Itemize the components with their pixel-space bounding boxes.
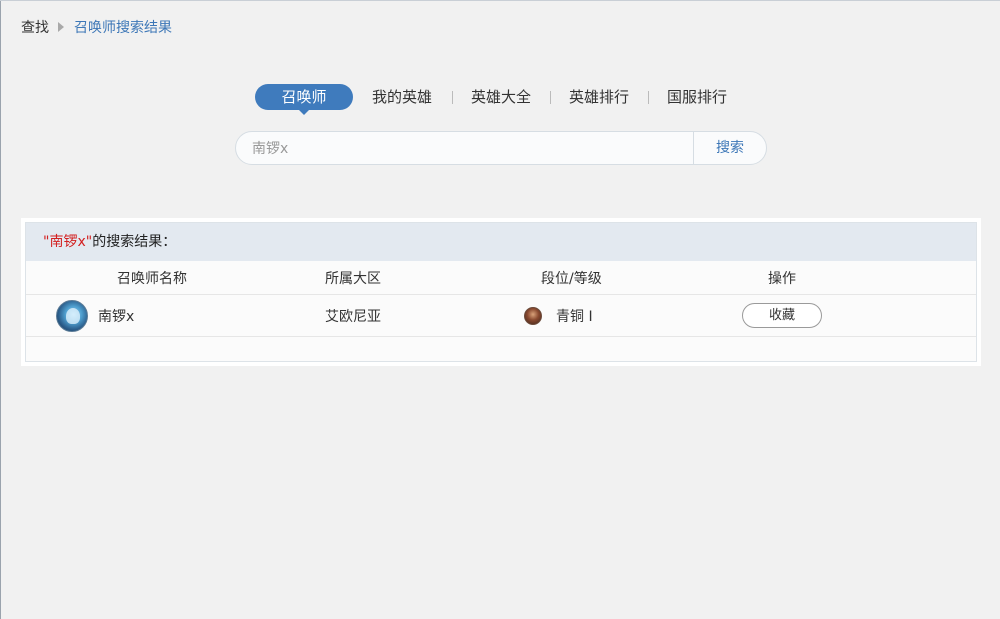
- window-left-border: [0, 0, 1, 619]
- breadcrumb-current: 召唤师搜索结果: [74, 20, 172, 36]
- results-panel: "南锣x"的搜索结果： 召唤师名称 所属大区 段位/等级 操作 南锣x 艾欧尼亚…: [21, 218, 981, 366]
- search-input[interactable]: [236, 132, 693, 164]
- column-header-region: 所属大区: [325, 270, 381, 287]
- results-title-suffix: 的搜索结果：: [92, 234, 177, 250]
- bronze-rank-icon: [524, 306, 542, 325]
- tab-bar: 召唤师 我的英雄 英雄大全 英雄排行 国服排行: [255, 83, 727, 115]
- search-bar: 搜索: [235, 131, 767, 165]
- table-header-row: 召唤师名称 所属大区 段位/等级 操作: [26, 261, 976, 295]
- tab-my-heroes[interactable]: 我的英雄: [372, 84, 432, 110]
- column-header-action: 操作: [768, 270, 796, 287]
- window-top-border: [0, 0, 1000, 1]
- tab-divider: [550, 90, 552, 104]
- column-header-name: 召唤师名称: [117, 270, 187, 287]
- search-button[interactable]: 搜索: [693, 132, 766, 164]
- results-query: 南锣x: [49, 234, 86, 250]
- breadcrumb-root-link[interactable]: 查找: [21, 17, 49, 37]
- tab-divider: [648, 90, 650, 104]
- summoner-cell: 南锣x: [56, 295, 134, 336]
- column-header-rank: 段位/等级: [541, 270, 602, 287]
- tab-server-ranking[interactable]: 国服排行: [667, 84, 727, 110]
- breadcrumb: 查找 召唤师搜索结果: [21, 17, 172, 37]
- summoner-avatar-icon[interactable]: [56, 299, 88, 332]
- table-row: 南锣x 艾欧尼亚 青铜 Ⅰ 收藏: [26, 295, 976, 337]
- tab-summoner[interactable]: 召唤师: [255, 84, 353, 115]
- tab-hero-ranking[interactable]: 英雄排行: [569, 84, 629, 110]
- results-panel-inner: "南锣x"的搜索结果： 召唤师名称 所属大区 段位/等级 操作 南锣x 艾欧尼亚…: [25, 222, 977, 362]
- region-cell: 艾欧尼亚: [325, 308, 381, 325]
- tab-divider: [452, 90, 454, 104]
- action-cell: 收藏: [742, 295, 822, 336]
- breadcrumb-arrow-icon: [58, 22, 64, 32]
- favorite-button[interactable]: 收藏: [742, 303, 822, 328]
- rank-cell: 青铜 Ⅰ: [524, 295, 593, 336]
- tab-all-heroes[interactable]: 英雄大全: [471, 84, 531, 110]
- rank-label: 青铜 Ⅰ: [556, 308, 593, 325]
- results-title: "南锣x"的搜索结果：: [26, 223, 976, 261]
- summoner-name[interactable]: 南锣x: [98, 306, 134, 326]
